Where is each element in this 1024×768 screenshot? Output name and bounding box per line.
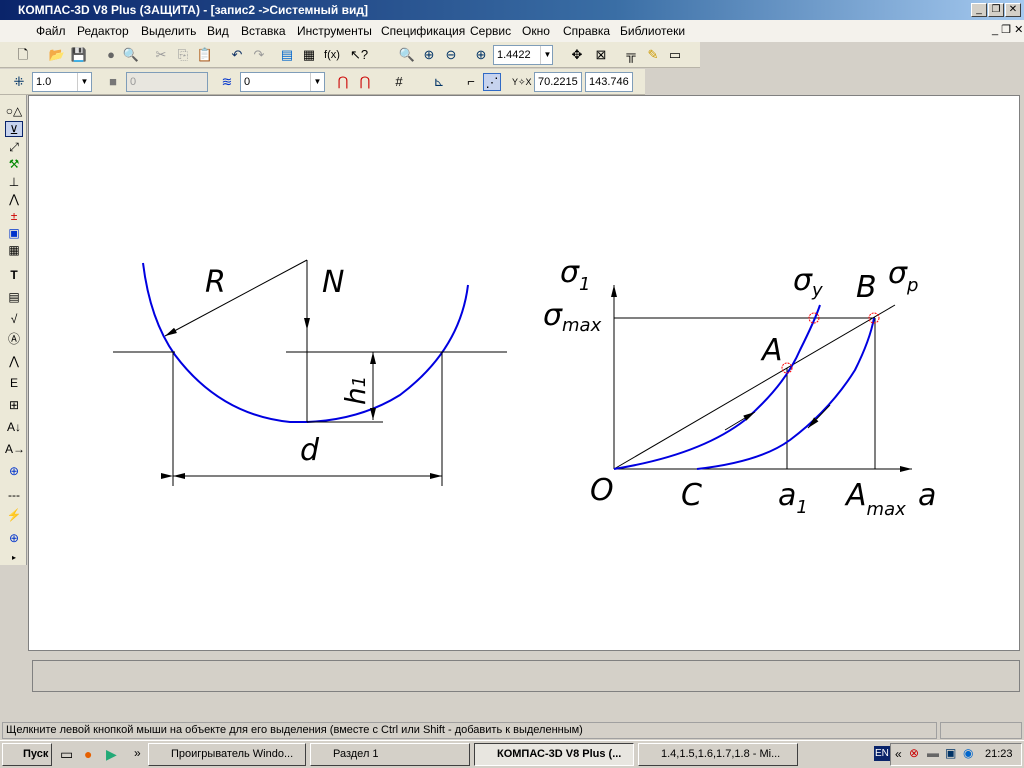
task-folder[interactable]: Раздел 1	[310, 743, 470, 766]
system-tray: « ⊗ ▬ ▣ ◉ 21:23	[890, 743, 1022, 766]
quicklaunch-more-icon[interactable]: »	[134, 746, 141, 760]
label-R: R	[205, 265, 226, 300]
label-C: C	[681, 478, 702, 513]
taskbar: Пуск ▭ ● ▶ » Проигрыватель Windo... Разд…	[0, 740, 1024, 768]
language-indicator[interactable]: EN	[874, 746, 890, 761]
label-O: O	[590, 473, 614, 508]
loading-arrow	[724, 411, 756, 431]
unloading-curve	[696, 317, 875, 470]
status-bar: Щелкните левой кнопкой мыши на объекте д…	[0, 720, 1024, 740]
ball-arc	[142, 262, 469, 423]
label-d: d	[300, 433, 320, 468]
label-Amax: Amax	[844, 478, 906, 520]
tray-drive-icon[interactable]: ▬	[927, 746, 939, 760]
stress-strain-diagram	[611, 285, 912, 472]
task-word[interactable]: 1.4,1.5,1.6,1.7,1.8 - Mi...	[638, 743, 798, 766]
property-panel	[32, 660, 1020, 692]
status-text: Щелкните левой кнопкой мыши на объекте д…	[2, 722, 937, 739]
tray-monitor-icon[interactable]: ▣	[945, 746, 956, 760]
label-h1: h1	[339, 376, 372, 405]
firefox-icon[interactable]: ●	[84, 746, 92, 762]
label-a1: a1	[778, 478, 808, 518]
tray-expand-icon[interactable]: «	[895, 747, 902, 761]
label-sigma-max: σmax	[543, 298, 602, 336]
start-button[interactable]: Пуск	[2, 743, 52, 766]
label-sigma1: σ1	[560, 255, 590, 295]
label-B: B	[856, 270, 877, 305]
sigma-p-line	[613, 304, 896, 470]
task-kompas[interactable]: КОМПАС-3D V8 Plus (...	[474, 743, 634, 766]
task-media-player[interactable]: Проигрыватель Windo...	[148, 743, 306, 766]
tray-antivirus-icon[interactable]: ◉	[963, 746, 973, 760]
loading-curve	[613, 304, 821, 470]
label-sigma-p: σp	[888, 256, 918, 296]
label-sigma-y: σy	[793, 263, 823, 301]
label-A: A	[760, 333, 783, 368]
drawing: R N h1 d σ1 σmax σy B σp A O C a1 Amax a	[113, 255, 936, 520]
label-N: N	[322, 265, 344, 300]
radius-line	[164, 259, 308, 337]
label-a: a	[918, 478, 936, 513]
show-desktop-icon[interactable]: ▭	[60, 746, 73, 763]
status-field	[940, 722, 1022, 739]
tray-network-icon[interactable]: ⊗	[909, 746, 919, 760]
unloading-arrow	[807, 404, 831, 429]
media-player-icon[interactable]: ▶	[106, 746, 117, 763]
clock: 21:23	[985, 748, 1013, 760]
